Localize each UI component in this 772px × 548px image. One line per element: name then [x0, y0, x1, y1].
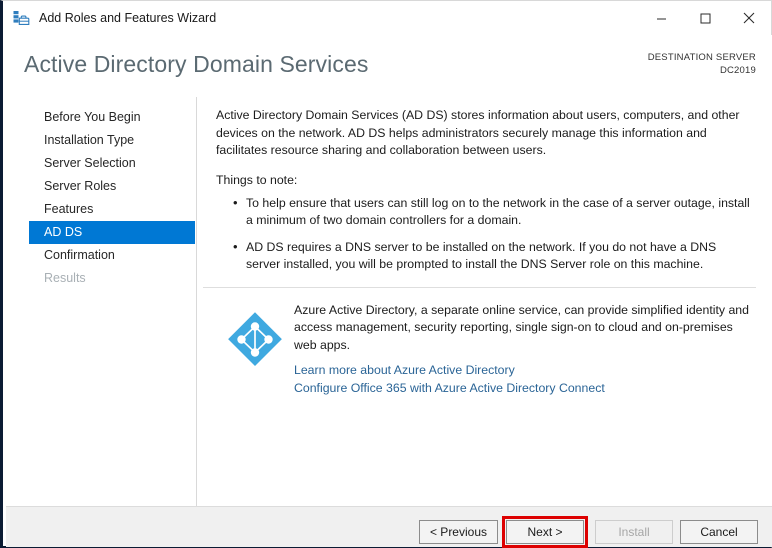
things-to-note-label: Things to note:: [216, 172, 298, 187]
sidebar-item-results: Results: [44, 271, 86, 285]
list-item: AD DS requires a DNS server to be instal…: [233, 238, 752, 274]
notes-list: To help ensure that users can still log …: [216, 194, 752, 274]
cancel-button[interactable]: Cancel: [680, 520, 758, 544]
roles-features-wizard-icon: [12, 9, 30, 27]
content-divider: [203, 286, 756, 288]
wizard-content-pane: Active Directory Domain Services (AD DS)…: [197, 97, 772, 506]
sidebar-item-before-you-begin[interactable]: Before You Begin: [6, 106, 195, 129]
azure-active-directory-icon: [226, 310, 284, 398]
maximize-icon[interactable]: [683, 1, 727, 35]
window-title: Add Roles and Features Wizard: [39, 11, 217, 25]
sidebar-item-ad-ds[interactable]: AD DS: [29, 221, 195, 244]
wizard-footer: < Previous Next > Install Cancel: [6, 506, 772, 548]
close-icon[interactable]: [727, 1, 771, 35]
previous-button[interactable]: < Previous: [418, 520, 498, 544]
next-button[interactable]: Next >: [506, 520, 584, 544]
title-bar: Add Roles and Features Wizard: [3, 1, 771, 35]
footer-button-group: < Previous Next > Install Cancel: [418, 516, 758, 548]
cancel-button-slot: Cancel: [680, 520, 758, 544]
azure-active-directory-section: Azure Active Directory, a separate onlin…: [216, 302, 752, 398]
install-button-slot: Install: [595, 520, 673, 544]
next-button-highlight: Next >: [502, 516, 588, 548]
install-button: Install: [595, 520, 673, 544]
title-bar-left: Add Roles and Features Wizard: [3, 9, 639, 27]
learn-more-azure-ad-link[interactable]: Learn more about Azure Active Directory: [294, 361, 752, 379]
configure-office365-azure-ad-connect-link[interactable]: Configure Office 365 with Azure Active D…: [294, 379, 752, 397]
destination-server-value: DC2019: [719, 65, 756, 76]
previous-button-slot: < Previous: [418, 520, 498, 544]
wizard-body: Before You Begin Installation Type Serve…: [6, 97, 772, 506]
page-title: Active Directory Domain Services: [24, 51, 369, 77]
azure-text-column: Azure Active Directory, a separate onlin…: [294, 302, 752, 398]
destination-server-block: DESTINATION SERVER DC2019: [648, 51, 756, 77]
sidebar-item-installation-type[interactable]: Installation Type: [6, 129, 195, 152]
sidebar-item-confirmation[interactable]: Confirmation: [6, 244, 195, 267]
wizard-header: Active Directory Domain Services DESTINA…: [6, 35, 772, 97]
minimize-icon[interactable]: [639, 1, 683, 35]
azure-paragraph: Azure Active Directory, a separate onlin…: [294, 302, 749, 352]
sidebar-item-server-selection[interactable]: Server Selection: [6, 152, 195, 175]
intro-paragraph: Active Directory Domain Services (AD DS)…: [216, 108, 740, 157]
azure-icon-wrapper: [216, 302, 294, 398]
sidebar-item-features[interactable]: Features: [6, 198, 195, 221]
list-item: To help ensure that users can still log …: [233, 194, 752, 230]
wizard-step-navigation: Before You Begin Installation Type Serve…: [6, 97, 195, 506]
add-roles-and-features-wizard-window: Add Roles and Features Wizard Active Dir…: [0, 0, 772, 548]
destination-server-label: DESTINATION SERVER: [647, 52, 756, 63]
sidebar-item-server-roles[interactable]: Server Roles: [6, 175, 195, 198]
